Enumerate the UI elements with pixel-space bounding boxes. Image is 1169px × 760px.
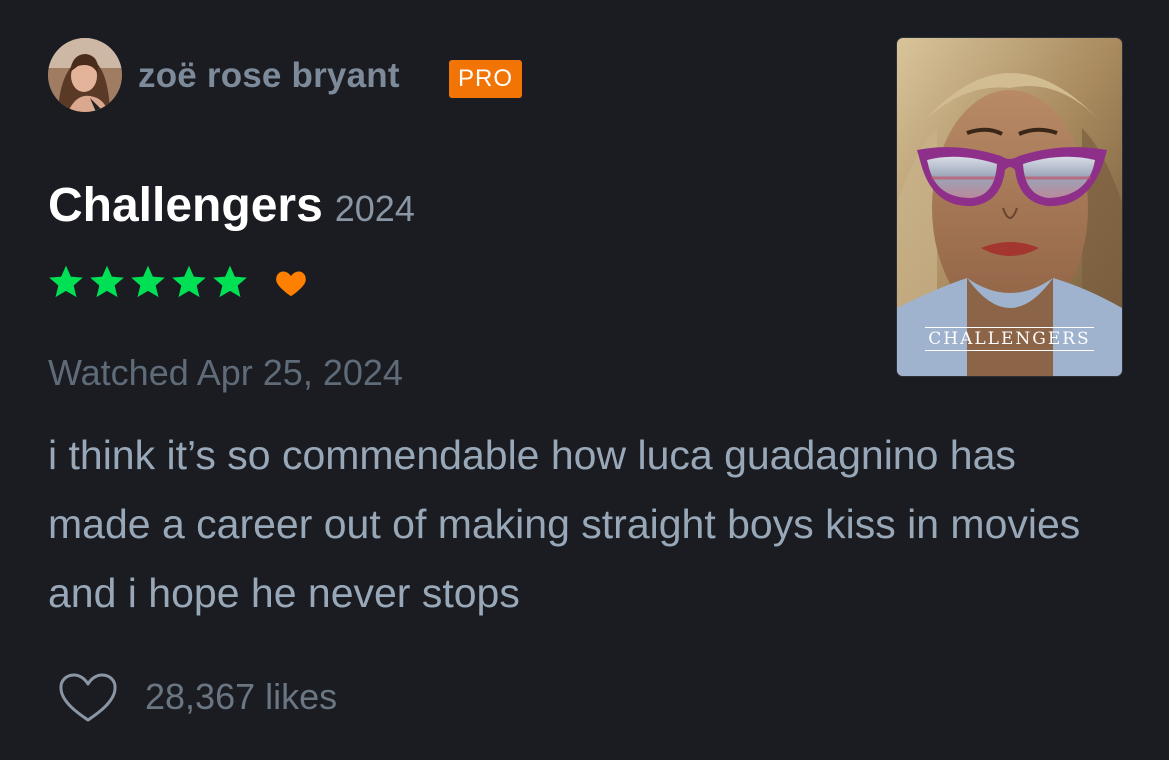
star-icon <box>131 265 165 298</box>
user-avatar[interactable] <box>48 38 122 112</box>
film-poster[interactable]: CHALLENGERS <box>897 38 1122 376</box>
poster-title: CHALLENGERS <box>897 327 1122 351</box>
poster-image <box>897 38 1122 376</box>
pro-badge: PRO <box>449 60 522 98</box>
film-title[interactable]: Challengers <box>48 179 323 232</box>
film-title-row[interactable]: Challengers 2024 <box>48 178 415 233</box>
username-link[interactable]: zoë rose bryant <box>138 56 400 96</box>
poster-title-text: CHALLENGERS <box>925 327 1094 351</box>
film-year[interactable]: 2024 <box>335 188 415 229</box>
star-icon <box>90 265 124 298</box>
star-icon <box>213 265 247 298</box>
liked-heart-icon <box>276 271 306 297</box>
avatar-image <box>48 38 122 112</box>
star-icon <box>49 265 83 298</box>
star-icon <box>172 265 206 298</box>
like-heart-icon[interactable] <box>58 672 118 724</box>
likes-count[interactable]: 28,367 likes <box>145 676 337 718</box>
review-text: i think it’s so commendable how luca gua… <box>48 432 1081 616</box>
watched-date: Watched Apr 25, 2024 <box>48 352 403 393</box>
rating <box>46 262 311 302</box>
